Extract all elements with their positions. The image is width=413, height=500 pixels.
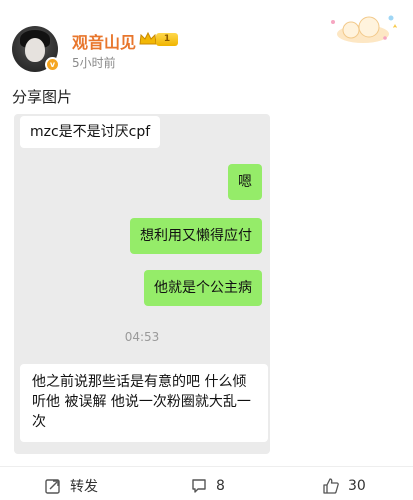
chat-bubble-incoming: 他之前说那些话是有意的吧 什么倾听他 被误解 他说一次粉圈就大乱一次	[20, 364, 268, 442]
verified-badge-icon: v	[45, 57, 60, 72]
post-text: 分享图片	[12, 88, 73, 106]
chat-bubble-incoming: mzc是不是讨厌cpf	[20, 116, 161, 148]
comment-icon	[192, 479, 206, 493]
decoration-sticker-icon	[331, 15, 397, 43]
like-button[interactable]: 30	[322, 476, 366, 496]
repost-button[interactable]: 转发	[44, 476, 98, 496]
comment-button[interactable]: 8	[190, 476, 225, 496]
post-header: v 观音山见 1 5小时前	[0, 0, 413, 80]
username[interactable]: 观音山见	[72, 29, 136, 53]
chat-bubble-outgoing: 他就是个公主病	[144, 270, 262, 306]
post-time: 5小时前	[72, 56, 116, 70]
repost-label: 转发	[70, 479, 98, 495]
level-badge: 1	[156, 33, 178, 46]
divider	[0, 466, 413, 467]
like-count: 30	[348, 478, 366, 494]
crown-icon	[139, 31, 157, 45]
chat-screenshot-image[interactable]: mzc是不是讨厌cpf 嗯 想利用又懒得应付 他就是个公主病 04:53 他之前…	[14, 114, 270, 454]
avatar-face	[25, 38, 45, 62]
chat-bubble-outgoing: 想利用又懒得应付	[130, 218, 262, 254]
thumbs-up-icon	[323, 478, 339, 494]
repost-icon	[45, 479, 60, 494]
comment-count: 8	[216, 478, 225, 494]
chat-timestamp: 04:53	[124, 330, 160, 344]
chat-bubble-outgoing: 嗯	[228, 164, 262, 200]
